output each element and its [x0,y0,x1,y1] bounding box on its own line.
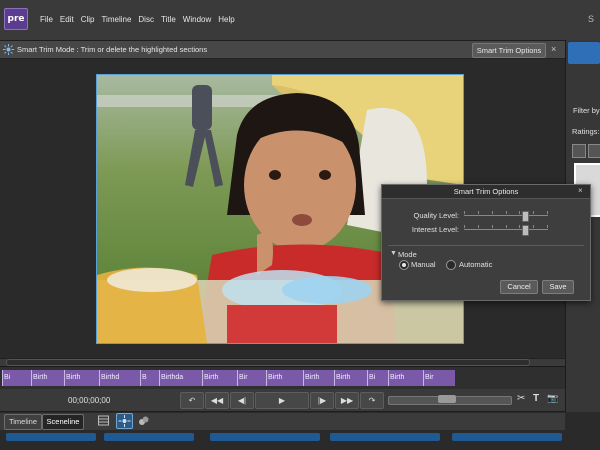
frame-forward-button[interactable]: |▶ [310,392,334,409]
dialog-title: Smart Trim Options [382,185,590,199]
automatic-radio[interactable] [446,260,456,270]
slider-tick [547,225,548,228]
filter-label: Filter by [573,106,600,115]
slider-tick [464,225,465,228]
slider-tick [519,225,520,228]
slider-tick [533,211,534,214]
interest-level-label: Interest Level: [411,225,459,234]
tab-timeline[interactable]: Timeline [4,414,42,430]
manual-radio[interactable] [399,260,409,270]
app-logo: pre [4,8,28,30]
close-icon[interactable]: × [551,44,556,54]
menu-window[interactable]: Window [183,15,211,24]
cancel-button[interactable]: Cancel [500,280,538,294]
automatic-radio-label[interactable]: Automatic [459,260,492,269]
jog-slider-thumb[interactable] [438,395,456,403]
filmstrip-clip[interactable]: Birth [388,370,424,386]
clip-filmstrip[interactable]: Bi Birth Birth Birthd B Birthda Birth Bir Birth B… [0,366,565,391]
shuttle-button[interactable]: ↷ [360,392,384,409]
dock-bar [6,433,96,441]
slider-tick [464,211,465,214]
slider-tick [519,211,520,214]
slider-tick [492,211,493,214]
filmstrip-clip[interactable]: Birthd [99,370,141,386]
smart-trim-options-dialog: Smart Trim Options × Quality Level: Inte… [381,184,591,301]
view-tabs-bar [0,413,565,430]
main-menu: File Edit Clip Timeline Disc Title Windo… [40,15,235,24]
interest-level-slider[interactable] [464,223,548,236]
timecode-display[interactable]: 00;00;00;00 [68,396,110,405]
slider-tick [547,211,548,214]
audio-icon[interactable] [138,415,149,426]
view-toggle-icon[interactable] [588,144,600,158]
filmstrip-clip[interactable]: Birth [202,370,238,386]
quality-slider-knob[interactable] [522,211,529,222]
quality-level-slider[interactable] [464,209,548,222]
smart-trim-icon [3,44,14,55]
menu-help[interactable]: Help [218,15,234,24]
menu-timeline[interactable]: Timeline [101,15,131,24]
filmstrip-clip[interactable]: B [140,370,160,386]
slider-tick [506,211,507,214]
smart-trim-view-icon[interactable] [116,413,133,429]
rewind-marker-button[interactable]: ↶ [180,392,204,409]
menu-right-label[interactable]: S [588,14,594,24]
slider-tick [478,211,479,214]
close-icon[interactable]: × [578,186,583,195]
dock-bar [210,433,320,441]
list-view-icon[interactable] [98,415,109,426]
filmstrip-clip[interactable]: Birth [31,370,65,386]
filmstrip-clip[interactable]: Bir [237,370,267,386]
manual-radio-label[interactable]: Manual [411,260,436,269]
organizer-tab[interactable] [568,42,600,64]
filmstrip-clip[interactable]: Birth [64,370,100,386]
step-forward-button[interactable]: ▶▶ [335,392,359,409]
filmstrip-clip[interactable]: Birth [334,370,368,386]
menu-edit[interactable]: Edit [60,15,74,24]
frame-back-button[interactable]: ◀| [230,392,254,409]
dock-bar [104,433,194,441]
filmstrip-clip[interactable]: Bi [367,370,389,386]
play-button[interactable]: ▶ [255,392,309,409]
slider-tick [506,225,507,228]
dock-bar [330,433,440,441]
tab-sceneline[interactable]: Sceneline [42,414,84,430]
text-tool-icon[interactable]: T [533,393,539,404]
filmstrip-clip[interactable]: Birth [303,370,335,386]
divider [388,245,584,246]
smart-trim-options-button[interactable]: Smart Trim Options [472,43,546,58]
menu-disc[interactable]: Disc [138,15,154,24]
menu-clip[interactable]: Clip [81,15,95,24]
ratings-label: Ratings: [572,127,600,136]
mode-label: Mode [398,250,417,259]
filmstrip-clip[interactable]: Birthda [159,370,203,386]
scissors-icon[interactable]: ✂ [517,393,525,404]
menu-file[interactable]: File [40,15,53,24]
slider-tick [533,225,534,228]
menu-title[interactable]: Title [161,15,176,24]
filmstrip-clip[interactable]: Birth [266,370,304,386]
scrollbar-thumb[interactable] [6,359,530,366]
slider-tick [478,225,479,228]
filmstrip-clip[interactable]: Bir [423,370,455,386]
smart-trim-bar: Smart Trim Mode : Trim or delete the hig… [0,41,565,59]
quality-level-label: Quality Level: [413,211,459,220]
filmstrip-clip[interactable]: Bi [2,370,32,386]
save-button[interactable]: Save [542,280,574,294]
slider-tick [492,225,493,228]
dock-bar [452,433,562,441]
smart-trim-message: Smart Trim Mode : Trim or delete the hig… [17,45,208,54]
camera-icon[interactable]: 📷 [547,393,558,404]
step-back-button[interactable]: ◀◀ [205,392,229,409]
interest-slider-knob[interactable] [522,225,529,236]
chevron-down-icon[interactable]: ▼ [390,250,397,257]
film-icon[interactable] [572,144,586,158]
